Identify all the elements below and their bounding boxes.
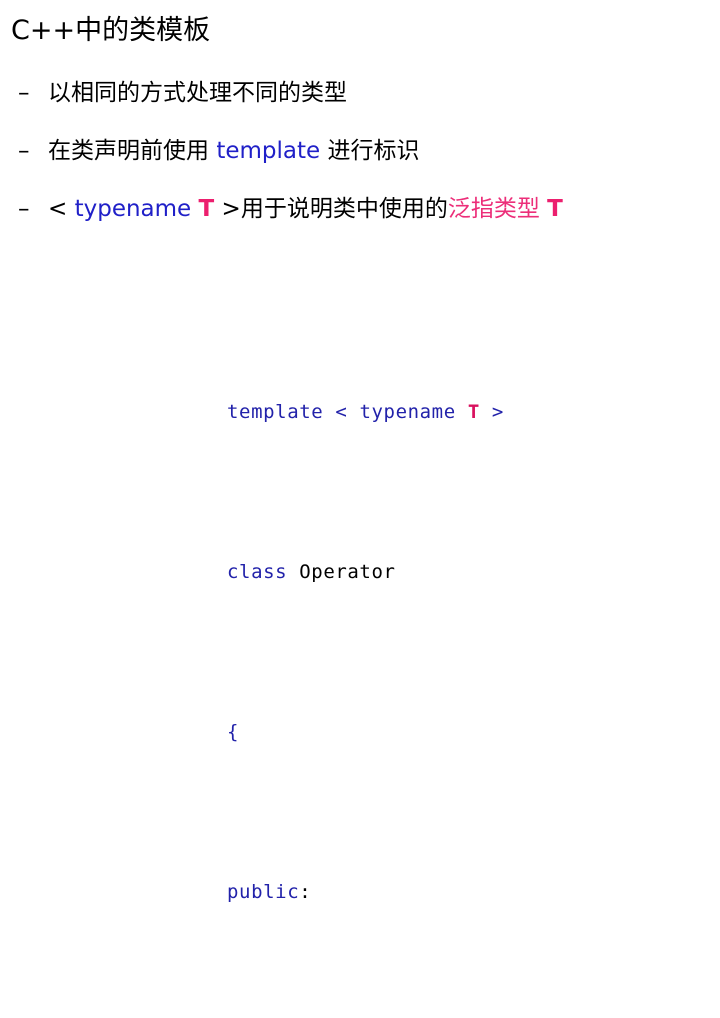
- code-line-class: class Operator: [227, 552, 504, 592]
- page-title: C++中的类模板: [11, 15, 211, 46]
- bullet-segment: 以相同的方式处理不同的类型: [48, 80, 347, 106]
- code-keyword-template: template: [227, 401, 324, 423]
- bullet-segment: 用于说明类中使用的: [240, 196, 448, 222]
- code-angle-open: <: [335, 401, 348, 423]
- code-keyword-typename: typename: [359, 401, 456, 423]
- bullet-item-1: – 以相同的方式处理不同的类型: [18, 78, 347, 108]
- code-line-template: template < typename T >: [227, 392, 504, 432]
- bullet-marker-icon: –: [18, 196, 30, 222]
- keyword-typename: typename: [74, 196, 192, 222]
- bullet-item-2: – 在类声明前使用 template 进行标识: [18, 136, 419, 166]
- code-line-public: public:: [227, 872, 504, 912]
- code-open-brace: {: [227, 721, 240, 743]
- keyword-template: template: [216, 138, 321, 164]
- angle-open: <: [48, 196, 75, 222]
- generic-type-label: 泛指类型: [447, 196, 540, 222]
- type-param-t: T: [198, 196, 215, 222]
- code-line-open-brace: {: [227, 712, 504, 752]
- bullet-segment: 在类声明前使用: [48, 138, 217, 164]
- code-colon: :: [299, 881, 312, 903]
- bullet-segment: 进行标识: [320, 138, 420, 164]
- code-type-param-t: T: [467, 401, 480, 423]
- code-keyword-class: class: [227, 561, 288, 583]
- type-param-t: T: [547, 196, 563, 222]
- bullet-marker-icon: –: [18, 138, 30, 164]
- code-block: template < typename T > class Operator {…: [227, 272, 504, 1018]
- bullet-item-3: – < typename T >用于说明类中使用的泛指类型 T: [18, 194, 563, 224]
- code-angle-close: >: [491, 401, 504, 423]
- bullet-marker-icon: –: [18, 80, 30, 106]
- code-keyword-public: public: [227, 881, 300, 903]
- code-class-name: Operator: [287, 561, 396, 583]
- angle-close: >: [214, 196, 241, 222]
- slide-canvas: C++中的类模板 – 以相同的方式处理不同的类型 – 在类声明前使用 templat…: [0, 0, 720, 903]
